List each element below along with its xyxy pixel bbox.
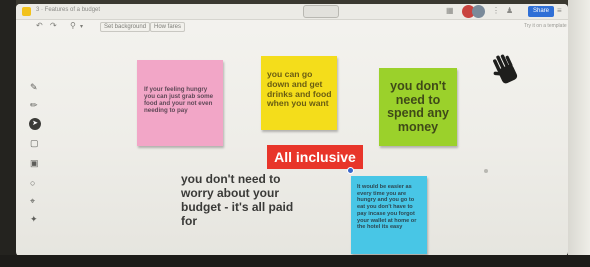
text-box-budget[interactable]: you don't need to worry about your budge…: [181, 172, 301, 228]
person-add-icon[interactable]: ♟: [506, 6, 513, 15]
sticky-note-green[interactable]: you don't need to spend any money: [379, 68, 457, 146]
sticky-note-pink-text: If your feeling hungry you can just grab…: [144, 86, 214, 114]
sticky-note-blue-text: It would be easier as every time you are…: [357, 184, 417, 231]
undo-icon[interactable]: ↶: [36, 21, 43, 30]
image-icon[interactable]: ▣: [30, 158, 39, 169]
photo-frame-left: [0, 0, 16, 267]
canvas-toolbar: ↶ ↷ ⚲ ▾ Set background How fares Try it …: [16, 20, 568, 34]
sticky-note-yellow-text: you can go down and get drinks and food …: [267, 69, 332, 109]
view-icon[interactable]: ▦: [446, 6, 454, 15]
more-vert-icon[interactable]: ⋮: [492, 6, 500, 15]
pen-icon[interactable]: ✎: [30, 82, 38, 93]
background-wall: [568, 0, 590, 267]
sticky-note-green-text: you don't need to spend any money: [387, 79, 449, 134]
share-button-label: Share: [532, 8, 549, 14]
app-logo[interactable]: [22, 7, 31, 16]
template-hint[interactable]: Try it on a template: [524, 23, 567, 29]
whiteboard-screen: 3 · Features of a budget ▦ ⋮ ♟ Share ≡ ↶…: [16, 4, 568, 256]
redo-icon[interactable]: ↷: [50, 21, 57, 30]
cursor-dot: [484, 169, 488, 173]
select-icon[interactable]: ➤: [29, 118, 41, 130]
how-fares-button[interactable]: How fares: [150, 22, 186, 32]
note-icon[interactable]: ▢: [30, 138, 39, 149]
menu-icon[interactable]: ≡: [557, 6, 562, 15]
document-title[interactable]: 3 · Features of a budget: [36, 7, 100, 13]
more-icon[interactable]: ✦: [30, 214, 38, 225]
set-background-button[interactable]: Set background: [100, 22, 151, 32]
photo-frame-bottom: [0, 255, 590, 267]
shape-icon[interactable]: ○: [30, 178, 35, 188]
frame-navigator[interactable]: [303, 5, 339, 18]
marker-icon[interactable]: ✏: [30, 100, 38, 111]
sticky-note-blue[interactable]: It would be easier as every time you are…: [351, 176, 427, 254]
tool-rail: ✎ ✏ ➤ ▢ ▣ ○ ⌖ ✦: [28, 82, 44, 232]
all-inclusive-label-text: All inclusive: [274, 149, 356, 165]
text-box-budget-text: you don't need to worry about your budge…: [181, 172, 294, 228]
hand-icon[interactable]: [492, 52, 522, 88]
share-button[interactable]: Share: [528, 6, 554, 17]
avatar-2[interactable]: [472, 5, 485, 18]
crop-icon[interactable]: ⌖: [30, 196, 35, 207]
selection-handle[interactable]: [347, 167, 354, 174]
sticky-note-yellow[interactable]: you can go down and get drinks and food …: [261, 56, 337, 130]
chevron-down-icon[interactable]: ▾: [80, 23, 83, 30]
sticky-note-pink[interactable]: If your feeling hungry you can just grab…: [137, 60, 223, 146]
zoom-icon[interactable]: ⚲: [70, 21, 76, 30]
all-inclusive-label[interactable]: All inclusive: [267, 145, 363, 169]
app-topbar: 3 · Features of a budget ▦ ⋮ ♟ Share ≡: [16, 4, 568, 20]
